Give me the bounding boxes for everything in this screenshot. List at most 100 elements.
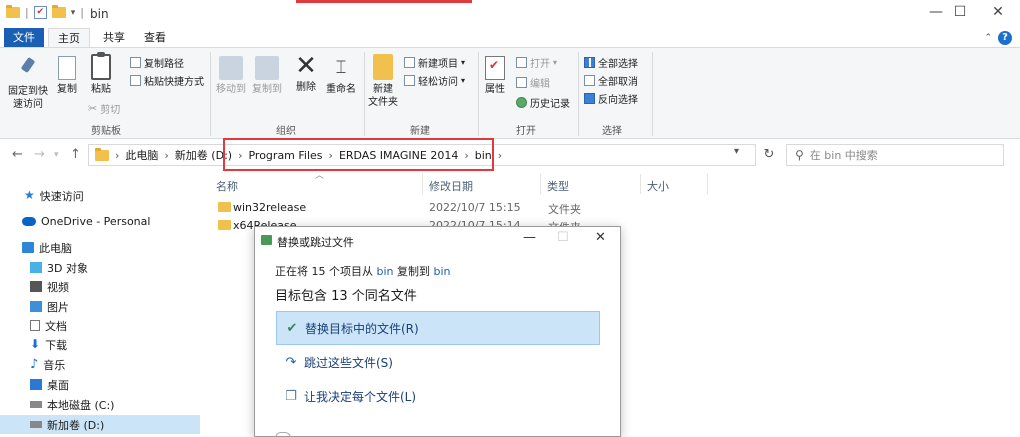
replace-files-option[interactable]: ✔ 替换目标中的文件(R) [276, 311, 600, 345]
copy-path-button[interactable]: 复制路径 [130, 55, 184, 70]
file-row[interactable]: win32release 2022/10/7 15:15 文件夹 [218, 199, 708, 217]
delete-button[interactable]: ✕ 删除 [292, 51, 320, 94]
forward-arrow-icon[interactable]: → [34, 147, 45, 162]
computer-icon [22, 242, 34, 253]
tab-file[interactable]: 文件 [4, 28, 44, 48]
copy-to-button[interactable]: 复制到 [250, 56, 284, 96]
destination-folder-link[interactable]: bin [434, 265, 451, 278]
refresh-icon[interactable]: ↻ [758, 144, 780, 166]
paste-shortcut-button[interactable]: 粘贴快捷方式 [130, 73, 204, 88]
star-icon: ★ [24, 188, 35, 202]
copy-status-text: 正在将 15 个项目从 bin 复制到 bin [275, 265, 451, 278]
group-label-open: 打开 [516, 126, 536, 137]
folder-icon [6, 5, 20, 18]
search-box[interactable]: ⚲ 在 bin 中搜索 [786, 144, 1004, 166]
navigation-bar: ← → ▾ ↑ › 此电脑 › 新加卷 (D:) › Program Files… [0, 140, 1020, 170]
scissors-icon: ✂ [88, 102, 98, 115]
properties-quick-icon[interactable]: ✔ [33, 6, 47, 19]
replace-or-skip-dialog: 替换或跳过文件 — ☐ ✕ 正在将 15 个项目从 bin 复制到 bin 目标… [254, 226, 621, 437]
move-to-button[interactable]: 移动到 [214, 56, 248, 96]
skip-files-option[interactable]: ↷ 跳过这些文件(S) [276, 345, 600, 379]
address-highlight-box [223, 138, 494, 171]
column-header-date[interactable]: 修改日期 [429, 178, 473, 194]
more-details-toggle[interactable] [275, 432, 291, 437]
column-header-size[interactable]: 大小 [647, 178, 669, 194]
red-accent-strip [296, 0, 472, 3]
maximize-button[interactable]: ☐ [940, 4, 980, 20]
column-header-name[interactable]: 名称 [216, 178, 238, 194]
up-arrow-icon[interactable]: ↑ [70, 147, 81, 162]
document-icon [30, 320, 40, 331]
ribbon-collapse-icon[interactable]: ⌃ [984, 33, 992, 43]
group-label-select: 选择 [602, 126, 622, 137]
address-dropdown-icon[interactable]: ▾ [734, 146, 739, 157]
dialog-title-bar: 替换或跳过文件 — ☐ ✕ [255, 227, 620, 253]
new-item-button[interactable]: 新建项目 ▾ [404, 55, 465, 70]
nav-item-onedrive[interactable]: OneDrive - Personal [0, 212, 200, 231]
paste-button[interactable]: 粘贴 [86, 52, 116, 96]
dialog-close-button[interactable]: ✕ [595, 230, 606, 245]
pin-quick-access-button[interactable]: 固定到快 速访问 [6, 56, 50, 111]
address-folder-icon [95, 147, 109, 161]
source-folder-link[interactable]: bin [377, 265, 394, 278]
delete-x-icon: ✕ [295, 51, 317, 81]
history-button[interactable]: 历史记录 [516, 95, 570, 110]
title-bar: | ✔ ▾ | bin — ☐ ✕ [0, 0, 1020, 28]
tab-view[interactable]: 查看 [137, 28, 173, 48]
navigation-pane: ★ 快速访问 OneDrive - Personal 此电脑 3D 对象 视频 图… [0, 178, 200, 437]
properties-icon [485, 56, 505, 80]
nav-item-documents[interactable]: 文档 [0, 316, 200, 335]
nav-item-drive-d[interactable]: 新加卷 (D:) [0, 415, 200, 434]
properties-button[interactable]: 属性 [480, 56, 510, 96]
open-icon [516, 57, 527, 68]
close-button[interactable]: ✕ [978, 4, 1018, 20]
new-folder-button[interactable]: 新建 文件夹 [366, 54, 400, 109]
pin-icon [17, 56, 39, 82]
nav-item-drive-c[interactable]: 本地磁盘 (C:) [0, 395, 200, 414]
help-icon[interactable]: ? [998, 31, 1012, 45]
copy-path-icon [130, 57, 141, 68]
nav-item-videos[interactable]: 视频 [0, 277, 200, 296]
customize-quick-access-icon[interactable]: ▾ [71, 8, 76, 18]
recent-locations-icon[interactable]: ▾ [54, 150, 59, 160]
column-header-type[interactable]: 类型 [547, 178, 569, 194]
ribbon: 固定到快 速访问 复制 粘贴 复制路径 粘贴快捷方式 ✂ 剪切 剪贴板 移动到 复… [0, 47, 1020, 139]
tab-share[interactable]: 共享 [96, 28, 132, 48]
open-button[interactable]: 打开 ▾ [516, 55, 557, 70]
window-title: bin [90, 7, 109, 21]
nav-item-3d-objects[interactable]: 3D 对象 [0, 258, 200, 277]
nav-item-this-pc[interactable]: 此电脑 [0, 238, 200, 257]
dialog-minimize-button[interactable]: — [523, 230, 536, 245]
nav-item-music[interactable]: ♪ 音乐 [0, 355, 200, 374]
search-icon: ⚲ [795, 148, 804, 162]
rename-button[interactable]: ⌶ 重命名 [324, 56, 358, 96]
invert-selection-icon [584, 93, 595, 104]
nav-item-quick-access[interactable]: ★ 快速访问 [0, 186, 200, 205]
new-folder-quick-icon[interactable] [51, 5, 66, 18]
nav-item-pictures[interactable]: 图片 [0, 297, 200, 316]
nav-item-downloads[interactable]: ⬇ 下载 [0, 335, 200, 354]
select-all-button[interactable]: 全部选择 [584, 55, 638, 70]
skip-arrow-icon: ↷ [285, 354, 297, 370]
cut-button[interactable]: ✂ 剪切 [88, 101, 120, 116]
group-label-organize: 组织 [276, 126, 296, 137]
download-icon: ⬇ [30, 337, 41, 351]
nav-item-desktop[interactable]: 桌面 [0, 375, 200, 394]
copy-button[interactable]: 复制 [54, 56, 80, 96]
desktop-icon [30, 379, 42, 390]
tab-home[interactable]: 主页 [48, 28, 90, 48]
decide-each-file-option[interactable]: ❐ 让我决定每个文件(L) [276, 379, 600, 413]
invert-selection-button[interactable]: 反向选择 [584, 91, 638, 106]
folder-icon [218, 220, 231, 230]
select-none-button[interactable]: 全部取消 [584, 73, 638, 88]
clipboard-icon [91, 52, 111, 80]
easy-access-button[interactable]: 轻松访问 ▾ [404, 73, 465, 88]
back-arrow-icon[interactable]: ← [12, 147, 23, 162]
edit-icon [516, 77, 527, 88]
breadcrumb-this-pc[interactable]: 此电脑 [125, 147, 158, 163]
edit-button[interactable]: 编辑 [516, 75, 550, 90]
copy-icon [58, 56, 76, 80]
select-all-icon [584, 57, 595, 68]
cloud-icon [22, 217, 36, 226]
cube-icon [30, 262, 42, 273]
